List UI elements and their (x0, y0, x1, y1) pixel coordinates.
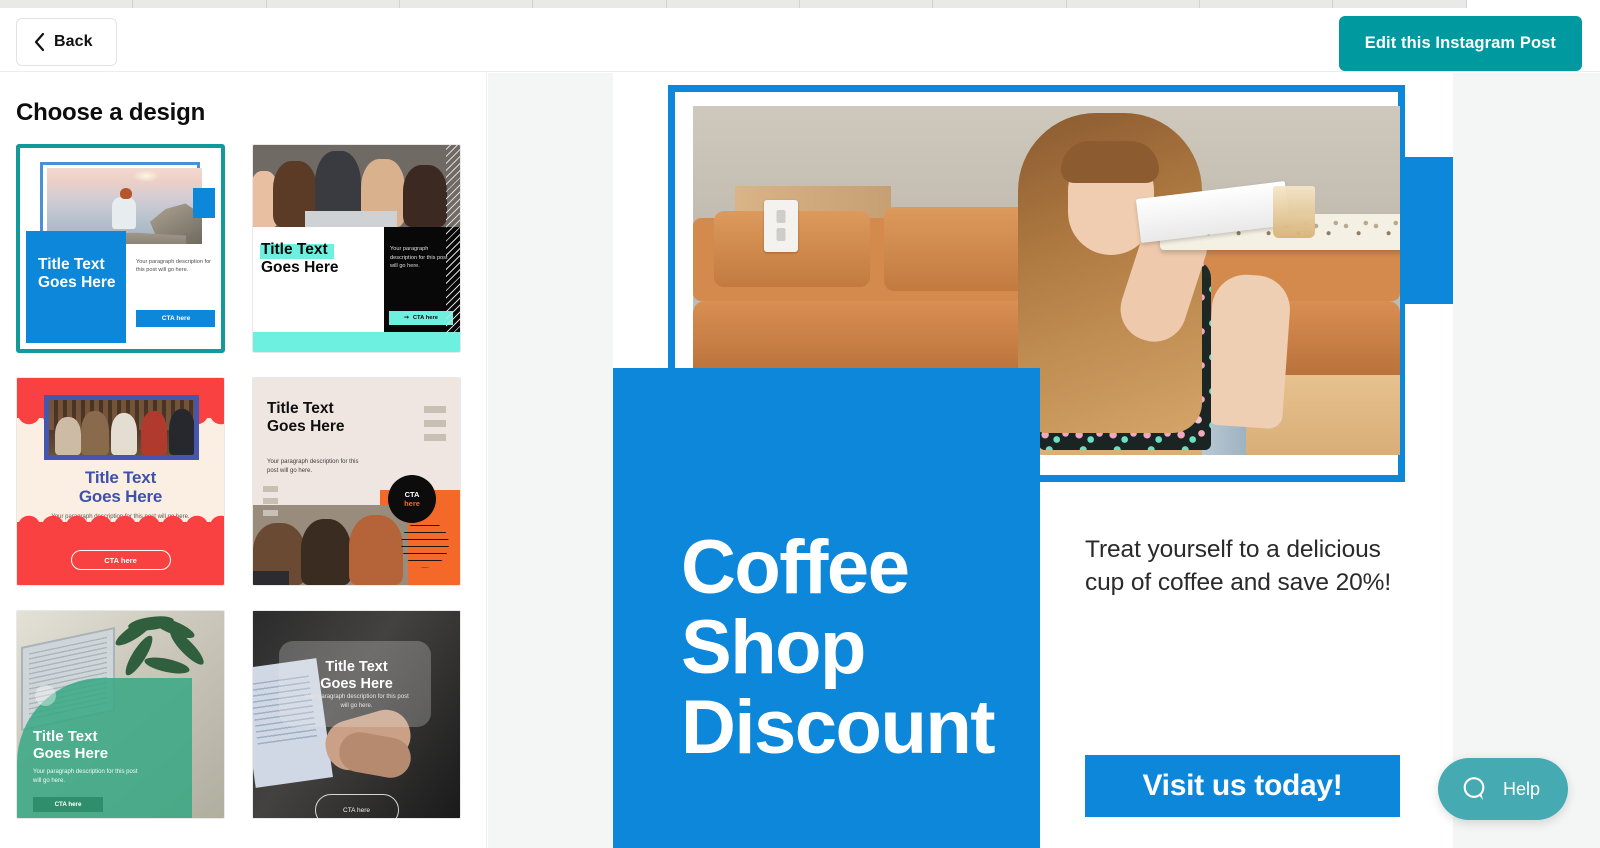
arrow-right-icon: ➞ (404, 315, 409, 321)
preview-cta-button[interactable]: Visit us today! (1085, 755, 1400, 817)
help-widget-button[interactable]: Help (1437, 758, 1568, 820)
browser-tab[interactable] (1066, 0, 1200, 8)
thumb-title: Title Text Goes Here (38, 256, 116, 291)
browser-tab[interactable] (133, 0, 267, 8)
thumb-photo (253, 145, 460, 227)
browser-tab[interactable] (399, 0, 534, 8)
browser-tab[interactable] (1466, 0, 1600, 8)
thumb-title-line2: Goes Here (33, 744, 109, 762)
thumb-decor-dot (35, 685, 56, 706)
thumb-cta-line2: here (404, 499, 420, 508)
thumb-title-line2: Goes Here (261, 258, 339, 276)
thumb-title-line2: Goes Here (320, 675, 393, 692)
preview-caption: Treat yourself to a delicious cup of cof… (1085, 536, 1392, 597)
thumb-title-line1: Title Text (38, 256, 105, 274)
thumb-decor-bars (424, 406, 446, 441)
chevron-left-icon (34, 32, 45, 52)
preview-right-gutter (1453, 73, 1600, 848)
design-card-black-mint[interactable]: Title Text Goes Here Your paragraph desc… (252, 144, 461, 353)
browser-tab[interactable] (266, 0, 400, 8)
thumb-title-line1: Title Text (325, 659, 388, 675)
help-widget-label: Help (1502, 778, 1540, 799)
thumb-photo (253, 505, 408, 585)
thumb-title-line2: Goes Here (38, 273, 116, 291)
thumb-cta: ➞ CTA here (389, 311, 453, 325)
thumb-title-line1: Title Text (261, 241, 328, 258)
thumb-decor-bars-left (263, 486, 278, 516)
preview-heading-line2: Shop (681, 604, 866, 690)
design-card-dark-glass[interactable]: Title Text Goes Here Your paragraph desc… (252, 610, 461, 819)
browser-tab-strip (0, 0, 1600, 8)
thumb-cta: CTA here (314, 794, 399, 818)
thumb-title: Title Text Goes Here (261, 241, 339, 277)
thumb-title: Title Text Goes Here (267, 400, 345, 436)
thumb-title: Title Text Goes Here (253, 659, 460, 693)
chat-bubble-icon (1463, 777, 1485, 800)
page-title: Choose a design (16, 99, 206, 126)
browser-tab[interactable] (1333, 0, 1467, 8)
thumb-title-line1: Title Text (33, 727, 98, 745)
thumb-title-line2: Goes Here (267, 417, 345, 435)
design-card-red-wave[interactable]: Title Text Goes Here Your paragraph desc… (16, 377, 225, 586)
thumb-paragraph: Your paragraph description for this post… (33, 769, 138, 784)
thumb-decor-square (193, 188, 215, 218)
thumb-cta-line1: CTA (404, 489, 420, 499)
thumb-decor-coil (390, 511, 460, 577)
thumb-title: Title Text Goes Here (33, 728, 108, 763)
browser-tab[interactable] (1199, 0, 1334, 8)
preview-heading-line1: Coffee (681, 525, 910, 610)
thumb-photo (44, 395, 199, 460)
panel-gutter (488, 73, 613, 848)
edit-instagram-post-button[interactable]: Edit this Instagram Post (1338, 16, 1582, 71)
thumb-title-line1: Title Text (267, 400, 334, 417)
thumb-title-line1: Title Text (84, 468, 157, 487)
preview-heading: Coffee Shop Discount (681, 528, 1021, 767)
browser-tab[interactable] (533, 0, 667, 8)
browser-tab[interactable] (0, 0, 134, 8)
browser-tab[interactable] (933, 0, 1067, 8)
thumb-title-line2: Goes Here (78, 486, 163, 506)
design-card-blue-frame[interactable]: Title Text Goes Here Your paragraph desc… (16, 144, 225, 353)
thumb-cta: CTA here (33, 797, 103, 812)
post-preview[interactable]: Coffee Shop Discount Treat yourself to a… (613, 73, 1453, 848)
browser-tab[interactable] (799, 0, 934, 8)
thumb-decor-stripes (446, 145, 460, 334)
thumb-paragraph: Your paragraph description for this post… (390, 246, 448, 270)
browser-tab[interactable] (666, 0, 800, 8)
back-button[interactable]: Back (16, 18, 117, 66)
thumb-cta: CTA here (70, 550, 171, 570)
design-thumbnail-grid: Title Text Goes Here Your paragraph desc… (16, 144, 476, 819)
design-card-green-overlay[interactable]: Title Text Goes Here Your paragraph desc… (16, 610, 225, 819)
design-card-cream-orange[interactable]: Title Text Goes Here Your paragraph desc… (252, 377, 461, 586)
thumb-cta: CTA here (388, 475, 436, 523)
back-button-label: Back (54, 33, 93, 50)
thumb-title: Title Text Goes Here (17, 468, 224, 506)
thumb-cta: CTA here (136, 310, 215, 327)
thumb-paragraph: Your paragraph description for this post… (136, 259, 212, 274)
thumb-paragraph: Your paragraph description for this post… (267, 459, 359, 475)
preview-heading-line3: Discount (681, 684, 996, 770)
thumb-paragraph: Your paragraph description for this post… (304, 694, 409, 710)
app-header: Back Edit this Instagram Post (0, 8, 1600, 72)
design-chooser-panel: Choose a design Title Text Goes Here You… (0, 73, 487, 848)
